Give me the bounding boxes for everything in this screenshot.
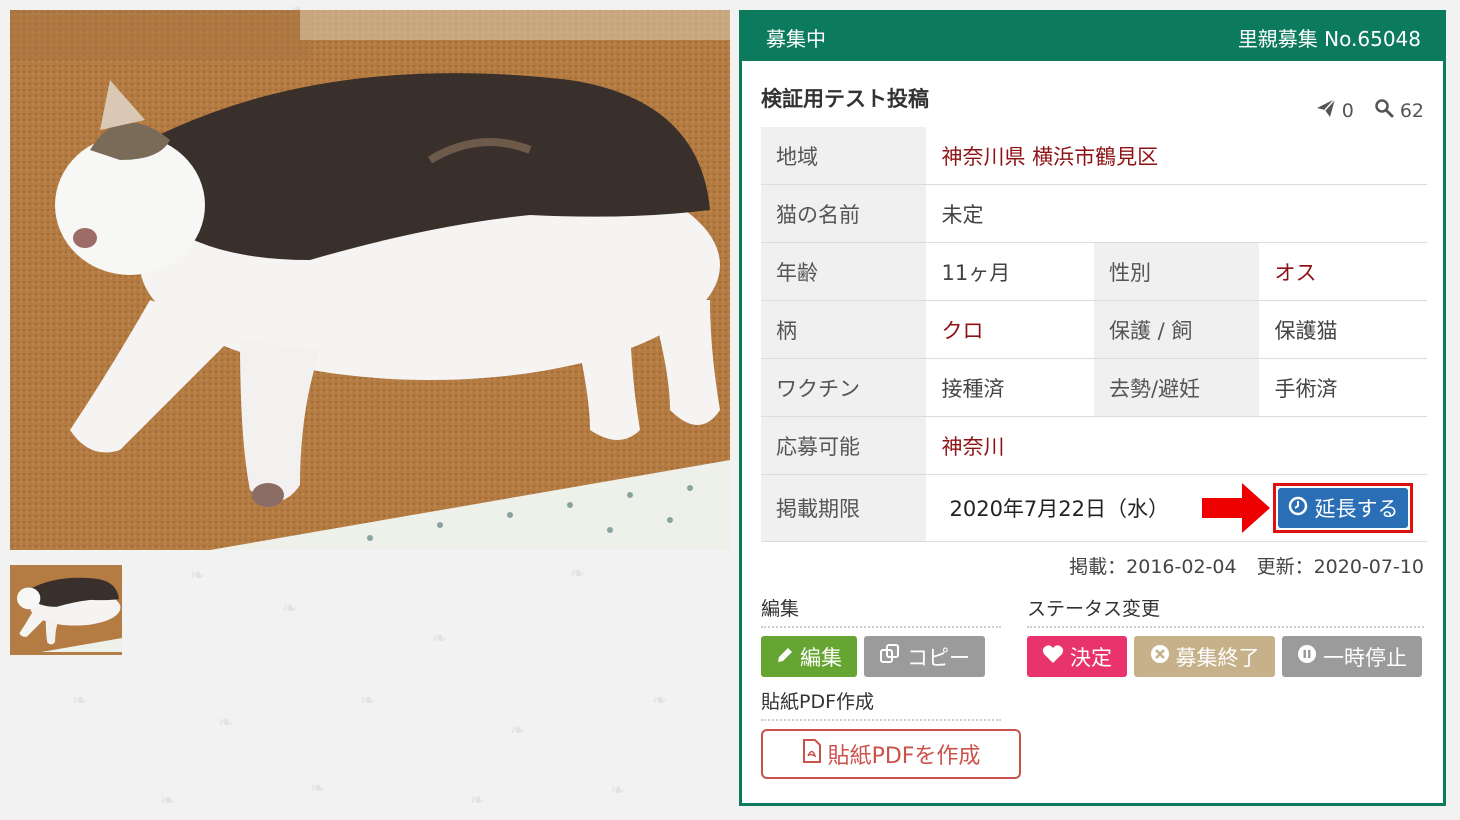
paw-print-icon: ❧ — [570, 563, 586, 584]
paw-print-icon: ❧ — [190, 565, 206, 586]
view-counter: 62 — [1374, 98, 1424, 123]
pause-circle-icon — [1297, 644, 1317, 669]
pause-button-label: 一時停止 — [1323, 645, 1407, 670]
deadline-cell: 2020年7月22日（水） 延長する — [926, 474, 1427, 542]
view-count: 62 — [1399, 99, 1424, 122]
deadline-value: 2020年7月22日（水） — [949, 497, 1170, 521]
deadline-label: 掲載期限 — [761, 474, 927, 542]
origin-label: 保護 / 飼 — [1093, 300, 1260, 359]
details-table: 地域 神奈川県 横浜市鶴見区 猫の名前 未定 年齢 11ヶ月 性別 オス 柄 ク… — [761, 127, 1427, 542]
pattern-label: 柄 — [761, 300, 927, 359]
card-header: 募集中 里親募集 No.65048 — [742, 13, 1443, 61]
name-label: 猫の名前 — [761, 184, 927, 243]
post-title: 検証用テスト投稿 — [761, 87, 929, 111]
age-label: 年齢 — [761, 242, 927, 301]
paw-print-icon: ❧ — [652, 690, 668, 711]
listing-card: 募集中 里親募集 No.65048 検証用テスト投稿 0 62 地域 神奈川県 … — [739, 10, 1446, 806]
copy-button[interactable]: コピー — [864, 636, 985, 677]
send-count: 0 — [1341, 99, 1354, 122]
listing-number: 里親募集 No.65048 — [1237, 26, 1421, 51]
age-value: 11ヶ月 — [926, 242, 1094, 301]
create-pdf-button-label: 貼紙PDFを作成 — [827, 744, 981, 769]
paw-print-icon: ❧ — [72, 690, 88, 711]
status-section-title: ステータス変更 — [1027, 594, 1424, 628]
create-pdf-button[interactable]: 貼紙PDFを作成 — [761, 729, 1021, 779]
post-dates: 掲載：2016-02-04 更新：2020-07-10 — [761, 552, 1424, 582]
apply-label: 応募可能 — [761, 416, 927, 475]
copy-icon — [879, 643, 901, 670]
edit-section-title: 編集 — [761, 594, 1001, 628]
origin-value: 保護猫 — [1259, 300, 1427, 359]
table-row: 柄 クロ 保護 / 飼 保護猫 — [761, 300, 1427, 359]
sex-label: 性別 — [1093, 242, 1260, 301]
posted-date: 掲載：2016-02-04 — [1069, 556, 1237, 578]
paper-plane-icon — [1316, 98, 1336, 123]
region-label: 地域 — [761, 127, 927, 185]
sex-value: オス — [1259, 242, 1427, 301]
copy-button-label: コピー — [907, 645, 970, 670]
pattern-value: クロ — [926, 300, 1094, 359]
paw-print-icon: ❧ — [310, 778, 326, 799]
paw-print-icon: ❧ — [282, 598, 298, 619]
vaccine-label: ワクチン — [761, 358, 927, 417]
name-value: 未定 — [926, 184, 1427, 243]
edit-button-label: 編集 — [800, 645, 842, 670]
pdf-file-icon — [802, 739, 822, 769]
pdf-section-title: 貼紙PDF作成 — [761, 687, 1001, 721]
status-label: 募集中 — [766, 26, 826, 51]
times-circle-icon — [1150, 644, 1170, 669]
region-value: 神奈川県 横浜市鶴見区 — [926, 127, 1427, 185]
neuter-label: 去勢/避妊 — [1093, 358, 1260, 417]
cat-photo-main[interactable] — [10, 10, 730, 550]
extend-button[interactable]: 延長する — [1278, 488, 1409, 528]
table-row: ワクチン 接種済 去勢/避妊 手術済 — [761, 358, 1427, 417]
paw-print-icon: ❧ — [610, 780, 626, 801]
paw-print-icon: ❧ — [470, 790, 486, 811]
table-row: 掲載期限 2020年7月22日（水） 延長する — [761, 474, 1427, 542]
heart-icon — [1042, 644, 1064, 669]
decide-button-label: 決定 — [1070, 645, 1112, 670]
neuter-value: 手術済 — [1259, 358, 1427, 417]
extend-button-label: 延長する — [1314, 497, 1399, 521]
pencil-icon — [776, 645, 794, 669]
table-row: 年齢 11ヶ月 性別 オス — [761, 242, 1427, 301]
end-recruitment-button[interactable]: 募集終了 — [1134, 636, 1275, 677]
clock-icon — [1288, 496, 1308, 521]
cat-photo-thumbnail[interactable] — [10, 565, 122, 655]
paw-print-icon: ❧ — [432, 628, 448, 649]
paw-print-icon: ❧ — [360, 690, 376, 711]
extend-highlight: 延長する — [1273, 483, 1414, 533]
updated-date: 更新：2020-07-10 — [1256, 556, 1424, 578]
decide-button[interactable]: 決定 — [1027, 636, 1127, 677]
paw-print-icon: ❧ — [510, 720, 526, 741]
table-row: 応募可能 神奈川 — [761, 416, 1427, 475]
end-recruitment-button-label: 募集終了 — [1175, 645, 1260, 670]
paw-print-icon: ❧ — [160, 790, 176, 811]
paw-print-icon: ❧ — [218, 712, 234, 733]
table-row: 地域 神奈川県 横浜市鶴見区 — [761, 127, 1427, 185]
arrow-right-icon — [1202, 483, 1272, 538]
search-icon — [1374, 98, 1394, 123]
table-row: 猫の名前 未定 — [761, 184, 1427, 243]
send-counter: 0 — [1316, 98, 1354, 123]
apply-value: 神奈川 — [926, 416, 1427, 475]
edit-button[interactable]: 編集 — [761, 636, 857, 677]
vaccine-value: 接種済 — [926, 358, 1094, 417]
pause-button[interactable]: 一時停止 — [1282, 636, 1422, 677]
